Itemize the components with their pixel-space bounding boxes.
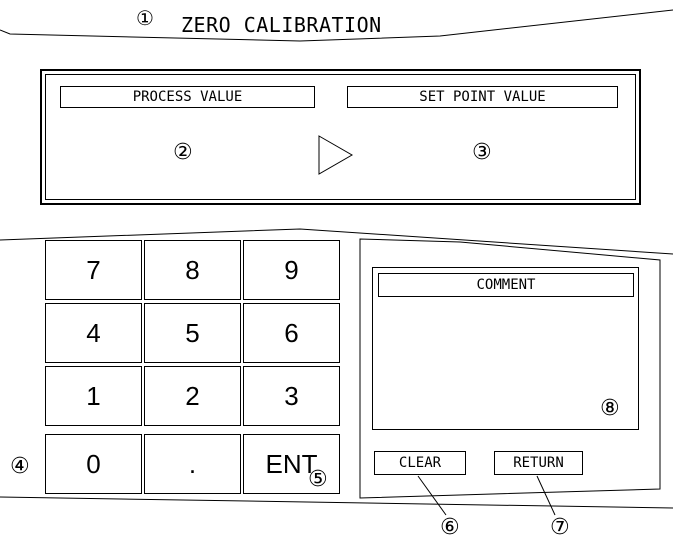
marker-7: ⑦ [550, 515, 570, 540]
key-6[interactable]: 6 [243, 303, 340, 363]
key-8[interactable]: 8 [144, 240, 241, 300]
key-3[interactable]: 3 [243, 366, 340, 426]
marker-5: ⑤ [308, 467, 328, 492]
key-2[interactable]: 2 [144, 366, 241, 426]
marker-4: ④ [10, 454, 30, 479]
marker-6: ⑥ [440, 515, 460, 540]
process-value-display: ② [173, 140, 193, 165]
key-0[interactable]: 0 [45, 434, 142, 494]
comment-label: COMMENT [378, 273, 634, 297]
key-9[interactable]: 9 [243, 240, 340, 300]
key-7[interactable]: 7 [45, 240, 142, 300]
screen-title: ZERO CALIBRATION [181, 13, 382, 37]
marker-8: ⑧ [600, 396, 620, 421]
set-point-value-display: ③ [472, 140, 492, 165]
key-5[interactable]: 5 [144, 303, 241, 363]
clear-button[interactable]: CLEAR [374, 451, 466, 475]
process-value-label: PROCESS VALUE [60, 86, 315, 108]
key-decimal[interactable]: . [144, 434, 241, 494]
marker-1: ① [136, 6, 154, 30]
key-4[interactable]: 4 [45, 303, 142, 363]
set-point-value-label: SET POINT VALUE [347, 86, 618, 108]
key-1[interactable]: 1 [45, 366, 142, 426]
triangle-right-icon [318, 135, 354, 175]
return-button[interactable]: RETURN [494, 451, 583, 475]
